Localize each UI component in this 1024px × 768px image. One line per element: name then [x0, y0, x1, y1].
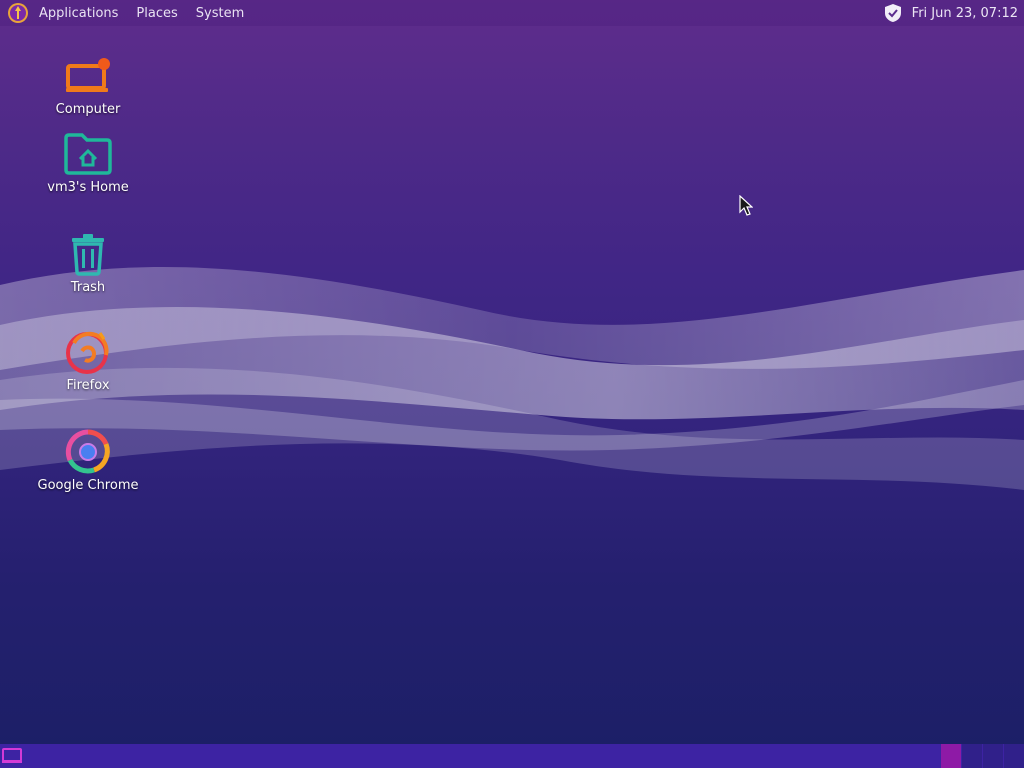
desktop-icon-chrome[interactable]: Google Chrome: [28, 428, 148, 493]
desktop-icon-label: Trash: [70, 280, 106, 295]
top-panel: Applications Places System Fri Jun 23, 0…: [0, 0, 1024, 26]
applications-logo-icon[interactable]: [7, 2, 29, 24]
home-folder-icon: [62, 130, 114, 178]
wallpaper-waves: [0, 266, 1024, 490]
menu-applications[interactable]: Applications: [33, 3, 124, 24]
clock[interactable]: Fri Jun 23, 07:12: [912, 6, 1018, 21]
desktop-icon-firefox[interactable]: Firefox: [28, 328, 148, 393]
mouse-cursor-icon: [739, 194, 754, 221]
firefox-icon: [62, 328, 114, 376]
desktop-icon-label: Computer: [55, 102, 121, 117]
bottom-panel: [0, 744, 1024, 768]
workspace-2[interactable]: [962, 744, 982, 768]
workspace-1[interactable]: [941, 744, 961, 768]
workspace-4[interactable]: [1004, 744, 1024, 768]
menu-places[interactable]: Places: [130, 3, 183, 24]
trash-icon: [62, 230, 114, 278]
chrome-icon: [62, 428, 114, 476]
system-tray: Fri Jun 23, 07:12: [884, 0, 1018, 26]
show-desktop-icon[interactable]: [1, 746, 23, 766]
computer-icon: [62, 52, 114, 100]
desktop-icon-label: Firefox: [66, 378, 110, 393]
menu-system[interactable]: System: [190, 3, 250, 24]
desktop-icon-trash[interactable]: Trash: [28, 230, 148, 295]
shield-check-icon[interactable]: [884, 3, 902, 23]
workspace-3[interactable]: [983, 744, 1003, 768]
desktop-icon-home[interactable]: vm3's Home: [28, 130, 148, 195]
workspace-switcher: [940, 744, 1024, 768]
desktop-icon-label: Google Chrome: [37, 478, 139, 493]
desktop-icon-label: vm3's Home: [47, 180, 129, 195]
desktop-icon-computer[interactable]: Computer: [28, 52, 148, 117]
